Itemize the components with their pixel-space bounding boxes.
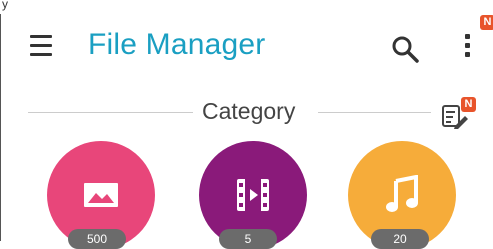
- music-note-icon: [386, 175, 418, 212]
- category-header: Category N: [0, 94, 493, 130]
- edit-badge: N: [461, 97, 476, 112]
- hamburger-menu-icon[interactable]: [30, 35, 52, 59]
- divider-left: [28, 112, 193, 113]
- more-vertical-icon[interactable]: [460, 34, 474, 64]
- category-images-count: 500: [68, 229, 126, 249]
- category-music-count: 20: [371, 229, 429, 249]
- category-videos-count: 5: [219, 229, 277, 249]
- status-bar: y: [0, 0, 493, 14]
- film-icon: [237, 179, 269, 211]
- image-icon: [84, 183, 118, 207]
- notification-badge: N: [480, 15, 493, 30]
- search-icon[interactable]: [390, 34, 420, 64]
- app-title: File Manager: [88, 28, 266, 61]
- category-label: Category: [202, 98, 296, 124]
- status-bar-glyph: y: [2, 0, 8, 11]
- divider-right: [318, 112, 431, 113]
